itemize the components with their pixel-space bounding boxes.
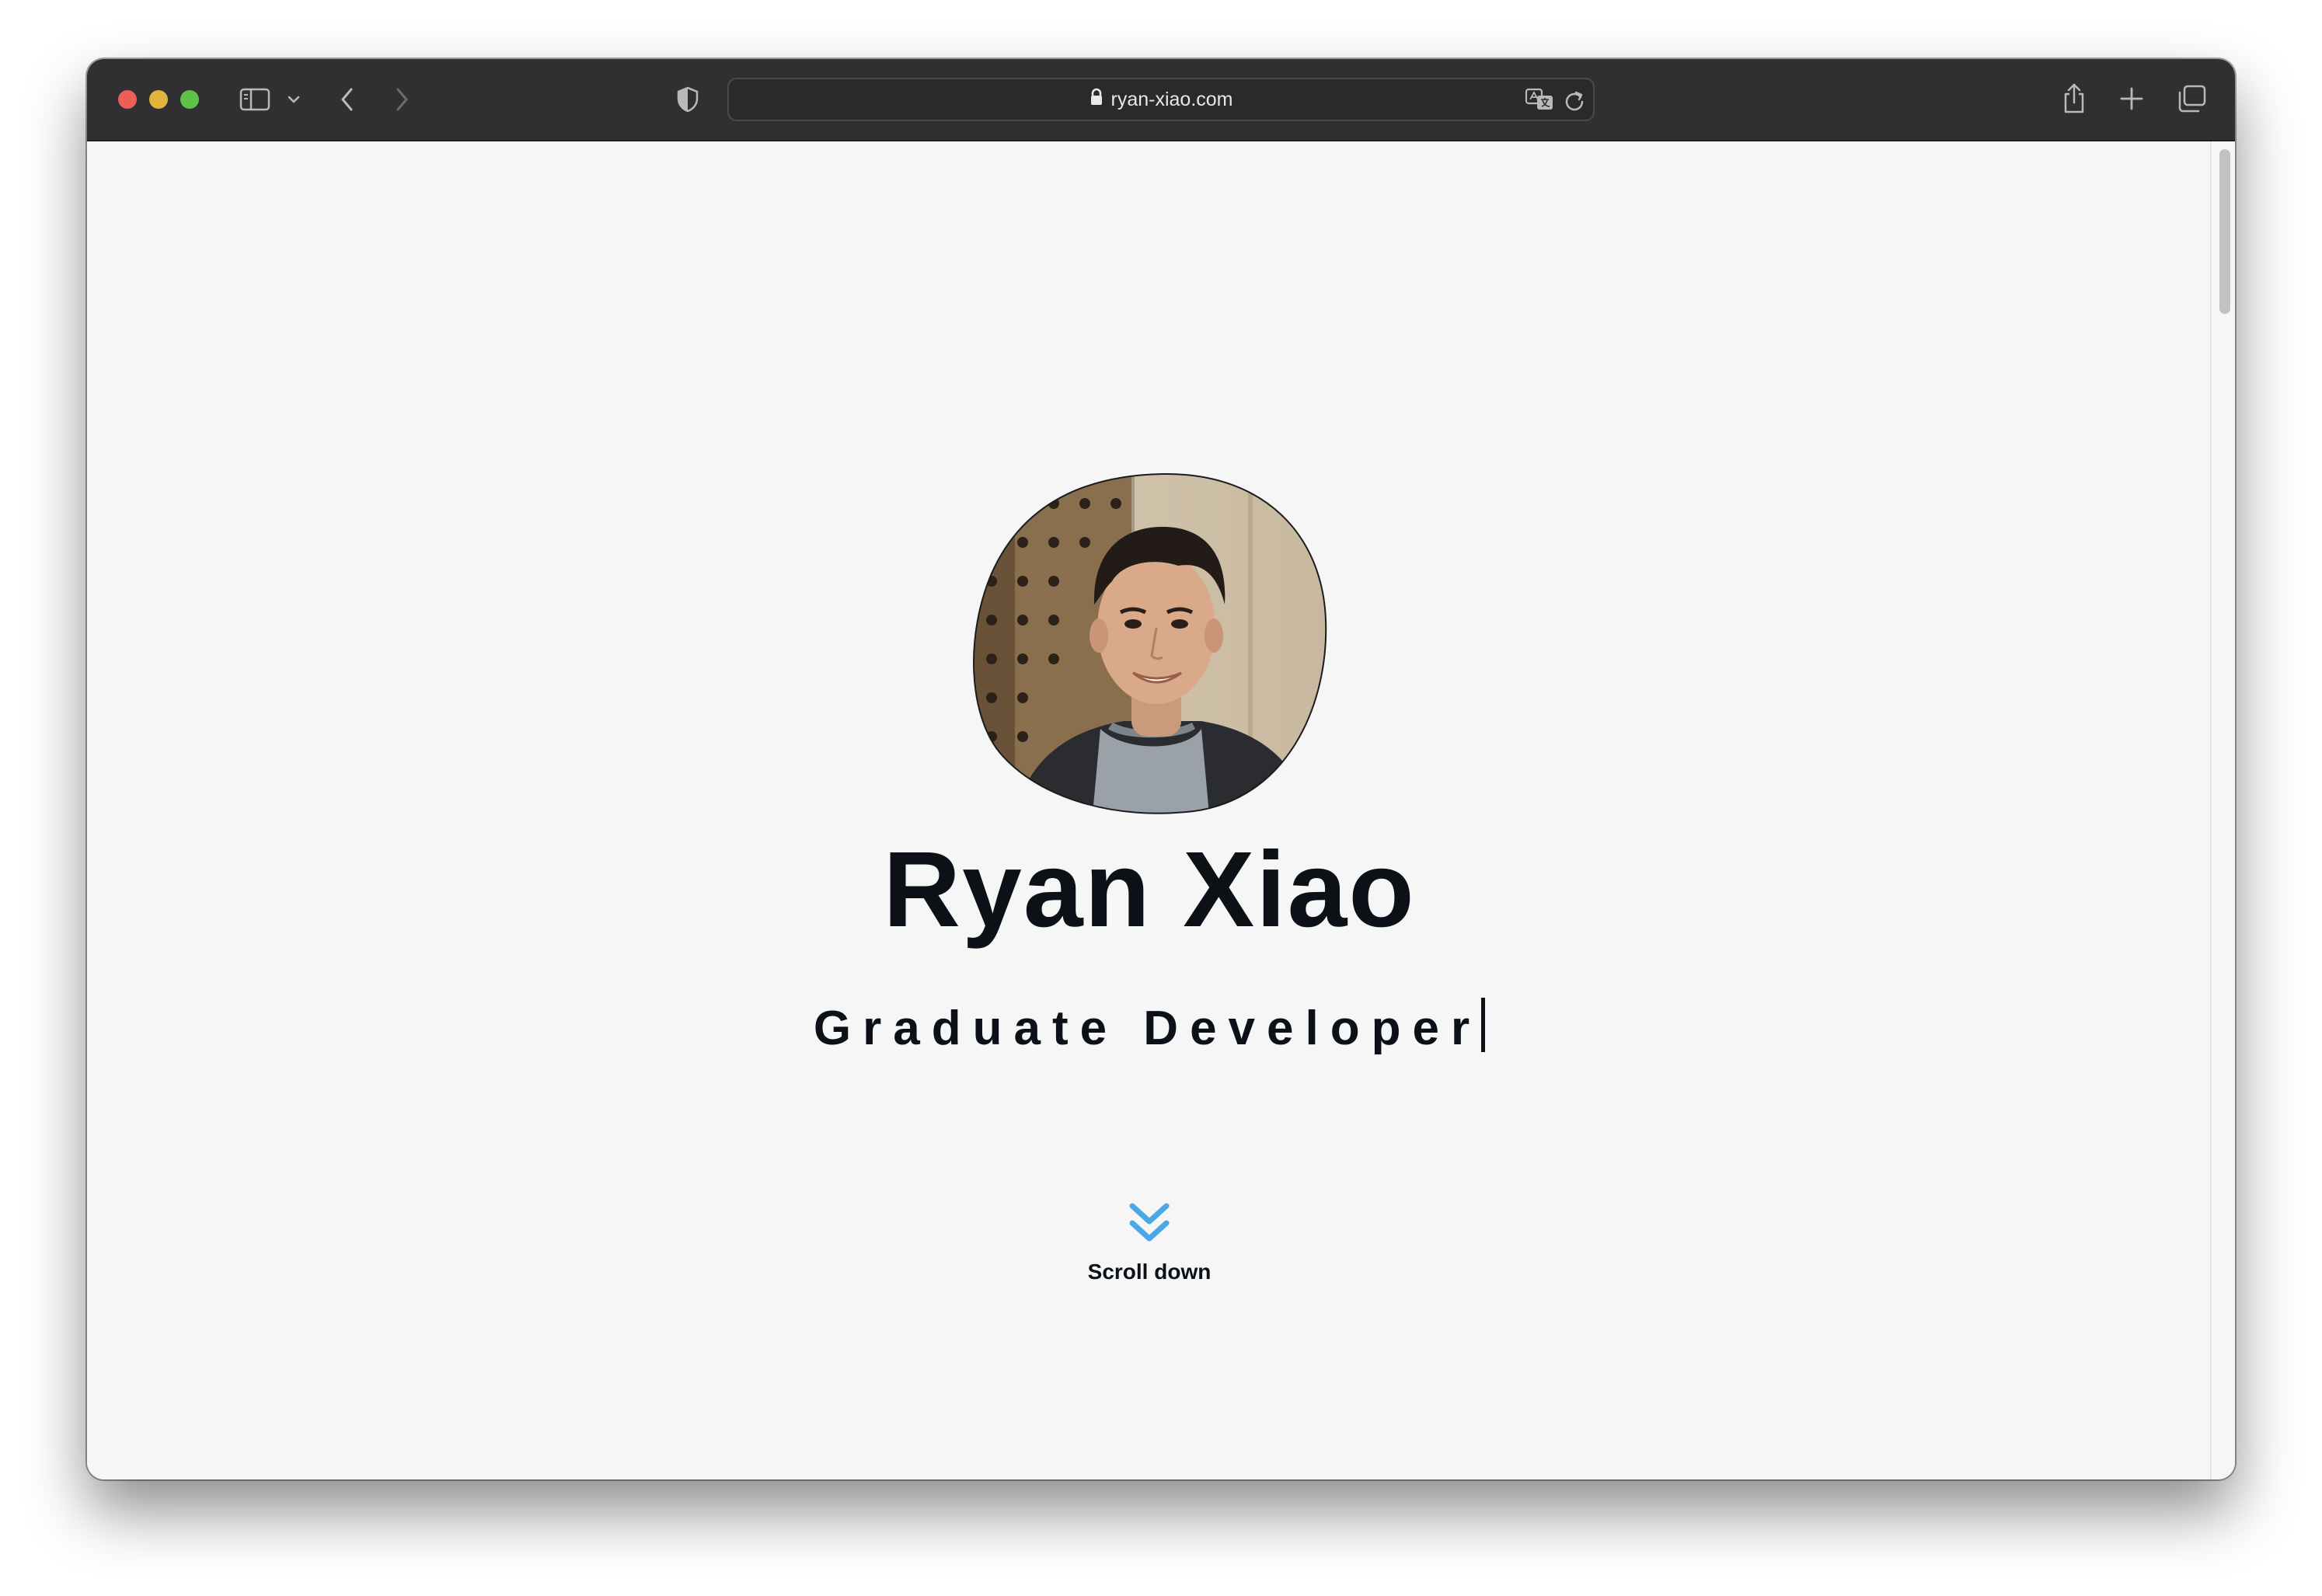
scroll-down-label: Scroll down <box>1087 1260 1212 1284</box>
hero-name: Ryan Xiao <box>883 830 1416 950</box>
forward-icon[interactable] <box>392 85 412 113</box>
shield-icon[interactable] <box>676 85 699 113</box>
page-content: Ryan Xiao Graduate Developer Scroll down <box>87 141 2235 1479</box>
scroll-down-link[interactable]: Scroll down <box>1083 1201 1215 1284</box>
close-window-button[interactable] <box>118 90 137 109</box>
tabs-icon[interactable] <box>2176 84 2207 113</box>
scrollbar-thumb[interactable] <box>2219 149 2230 314</box>
share-icon[interactable] <box>2061 82 2087 115</box>
browser-toolbar: ryan-xiao.com <box>87 59 2235 141</box>
plus-icon[interactable] <box>2118 85 2145 112</box>
hero-role-text: Graduate Developer <box>813 1002 1482 1055</box>
typing-caret <box>1481 998 1486 1052</box>
back-icon[interactable] <box>337 85 357 113</box>
address-bar[interactable]: ryan-xiao.com <box>727 78 1595 121</box>
zoom-window-button[interactable] <box>180 90 199 109</box>
browser-window: ryan-xiao.com Ryan Xiao Graduate Develop… <box>87 59 2235 1479</box>
double-chevron-down-icon <box>1083 1201 1215 1249</box>
translate-icon[interactable] <box>1525 87 1556 112</box>
url-text: ryan-xiao.com <box>1110 88 1233 110</box>
lock-icon <box>1090 88 1103 112</box>
sidebar-icon[interactable] <box>239 87 270 112</box>
hero-role: Graduate Developer <box>87 998 2212 1053</box>
profile-photo <box>968 472 1327 814</box>
chevron-down-icon[interactable] <box>286 93 302 106</box>
minimize-window-button[interactable] <box>149 90 168 109</box>
scrollbar[interactable] <box>2210 141 2235 1479</box>
reload-icon[interactable] <box>1564 89 1585 112</box>
